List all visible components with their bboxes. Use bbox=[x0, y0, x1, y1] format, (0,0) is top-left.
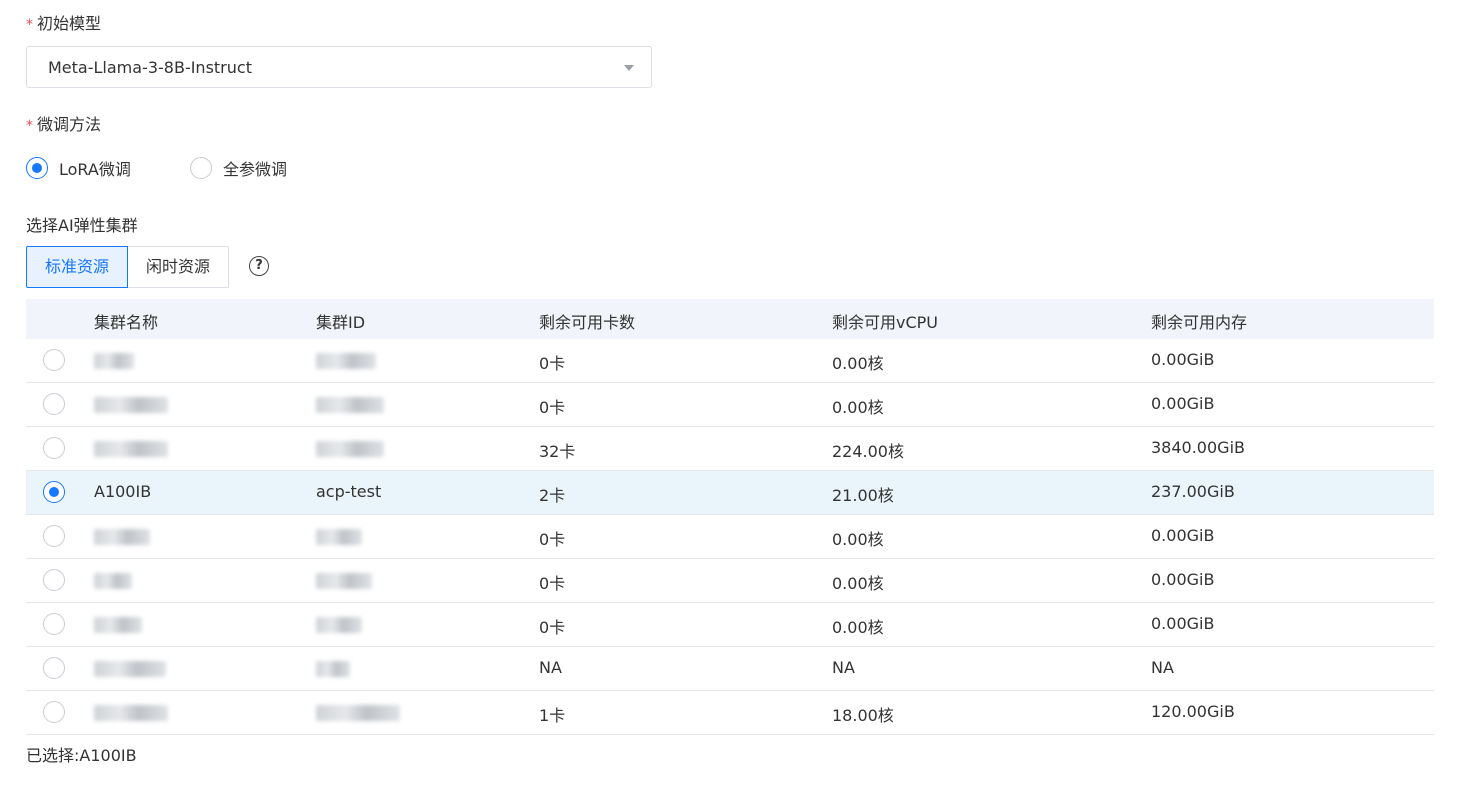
cluster-id-cell bbox=[316, 438, 384, 457]
column-header-memory: 剩余可用内存 bbox=[1151, 313, 1248, 332]
caret-down-icon[interactable] bbox=[624, 65, 634, 71]
cluster-name-cell bbox=[94, 658, 166, 677]
model-select[interactable]: Meta-Llama-3-8B-Instruct bbox=[26, 46, 652, 88]
vcpu-cell: NA bbox=[832, 658, 855, 677]
vcpu-cell: 21.00核 bbox=[832, 486, 894, 505]
cluster-table: 集群名称 集群ID 剩余可用卡数 剩余可用vCPU 剩余可用内存 0卡 0.00… bbox=[26, 299, 1434, 735]
method-option-full[interactable]: 全参微调 bbox=[190, 155, 287, 181]
vcpu-cell: 0.00核 bbox=[832, 398, 884, 417]
row-radio[interactable] bbox=[43, 657, 65, 679]
cluster-id-cell bbox=[316, 350, 376, 369]
vcpu-cell: 18.00核 bbox=[832, 706, 894, 725]
row-radio[interactable] bbox=[43, 481, 65, 503]
model-label-text: 初始模型 bbox=[37, 14, 102, 33]
cluster-name-cell: A100IB bbox=[94, 482, 152, 501]
row-radio[interactable] bbox=[43, 613, 65, 635]
required-mark: * bbox=[26, 17, 33, 33]
cards-cell: 0卡 bbox=[539, 354, 566, 373]
table-header: 集群名称 集群ID 剩余可用卡数 剩余可用vCPU 剩余可用内存 bbox=[26, 299, 1434, 339]
cluster-field-label: 选择AI弹性集群 bbox=[26, 216, 138, 235]
cards-cell: NA bbox=[539, 658, 562, 677]
cluster-name-cell bbox=[94, 394, 168, 413]
cards-cell: 1卡 bbox=[539, 706, 566, 725]
cluster-id-cell bbox=[316, 658, 350, 677]
selection-summary: 已选择:A100IB bbox=[26, 746, 137, 765]
vcpu-cell: 0.00核 bbox=[832, 574, 884, 593]
tab-idle-resources[interactable]: 闲时资源 bbox=[128, 246, 230, 288]
radio-button[interactable] bbox=[190, 157, 212, 179]
tab-standard-resources[interactable]: 标准资源 bbox=[26, 246, 129, 288]
table-row[interactable]: 32卡 224.00核 3840.00GiB bbox=[26, 427, 1434, 471]
cluster-id-cell bbox=[316, 526, 362, 545]
column-header-vcpu: 剩余可用vCPU bbox=[832, 313, 939, 332]
cluster-id-cell: acp-test bbox=[316, 482, 382, 501]
cluster-name-cell bbox=[94, 526, 150, 545]
table-row[interactable]: 1卡 18.00核 120.00GiB bbox=[26, 691, 1434, 735]
cards-cell: 32卡 bbox=[539, 442, 576, 461]
memory-cell: 3840.00GiB bbox=[1151, 438, 1245, 457]
cluster-name-cell bbox=[94, 350, 134, 369]
method-option-lora[interactable]: LoRA微调 bbox=[26, 155, 131, 181]
radio-button[interactable] bbox=[26, 157, 48, 179]
cluster-name-cell bbox=[94, 438, 168, 457]
vcpu-cell: 0.00核 bbox=[832, 618, 884, 637]
row-radio[interactable] bbox=[43, 525, 65, 547]
table-row[interactable]: 0卡 0.00核 0.00GiB bbox=[26, 515, 1434, 559]
vcpu-cell: 224.00核 bbox=[832, 442, 904, 461]
table-row[interactable]: 0卡 0.00核 0.00GiB bbox=[26, 383, 1434, 427]
memory-cell: 0.00GiB bbox=[1151, 394, 1215, 413]
help-icon[interactable]: ? bbox=[249, 256, 269, 276]
cluster-id-cell bbox=[316, 702, 400, 721]
table-row[interactable]: 0卡 0.00核 0.00GiB bbox=[26, 559, 1434, 603]
resource-type-tabs: 标准资源 闲时资源 bbox=[26, 246, 230, 288]
cluster-name-cell bbox=[94, 702, 168, 721]
cluster-name-cell bbox=[94, 570, 132, 589]
row-radio[interactable] bbox=[43, 393, 65, 415]
memory-cell: NA bbox=[1151, 658, 1174, 677]
cards-cell: 2卡 bbox=[539, 486, 566, 505]
memory-cell: 120.00GiB bbox=[1151, 702, 1235, 721]
cards-cell: 0卡 bbox=[539, 398, 566, 417]
method-label-text: 微调方法 bbox=[37, 115, 102, 134]
cards-cell: 0卡 bbox=[539, 574, 566, 593]
table-row[interactable]: NA NA NA bbox=[26, 647, 1434, 691]
table-row[interactable]: 0卡 0.00核 0.00GiB bbox=[26, 603, 1434, 647]
cluster-id-cell bbox=[316, 614, 362, 633]
column-header-name: 集群名称 bbox=[94, 313, 159, 332]
row-radio[interactable] bbox=[43, 437, 65, 459]
row-radio[interactable] bbox=[43, 569, 65, 591]
row-radio[interactable] bbox=[43, 349, 65, 371]
method-field-label: * 微调方法 bbox=[26, 111, 101, 135]
cards-cell: 0卡 bbox=[539, 530, 566, 549]
method-option-label: LoRA微调 bbox=[59, 160, 131, 179]
memory-cell: 0.00GiB bbox=[1151, 526, 1215, 545]
vcpu-cell: 0.00核 bbox=[832, 354, 884, 373]
method-option-label: 全参微调 bbox=[223, 160, 288, 179]
vcpu-cell: 0.00核 bbox=[832, 530, 884, 549]
model-field-label: * 初始模型 bbox=[26, 10, 101, 34]
model-select-value: Meta-Llama-3-8B-Instruct bbox=[48, 58, 252, 77]
row-radio[interactable] bbox=[43, 701, 65, 723]
cluster-name-cell bbox=[94, 614, 142, 633]
table-row[interactable]: 0卡 0.00核 0.00GiB bbox=[26, 339, 1434, 383]
column-header-id: 集群ID bbox=[316, 313, 366, 332]
memory-cell: 237.00GiB bbox=[1151, 482, 1235, 501]
cluster-id-cell bbox=[316, 570, 372, 589]
cluster-id-cell bbox=[316, 394, 384, 413]
column-header-cards: 剩余可用卡数 bbox=[539, 313, 636, 332]
memory-cell: 0.00GiB bbox=[1151, 614, 1215, 633]
memory-cell: 0.00GiB bbox=[1151, 350, 1215, 369]
cards-cell: 0卡 bbox=[539, 618, 566, 637]
memory-cell: 0.00GiB bbox=[1151, 570, 1215, 589]
table-row-selected[interactable]: A100IB acp-test 2卡 21.00核 237.00GiB bbox=[26, 471, 1434, 515]
required-mark: * bbox=[26, 118, 33, 134]
